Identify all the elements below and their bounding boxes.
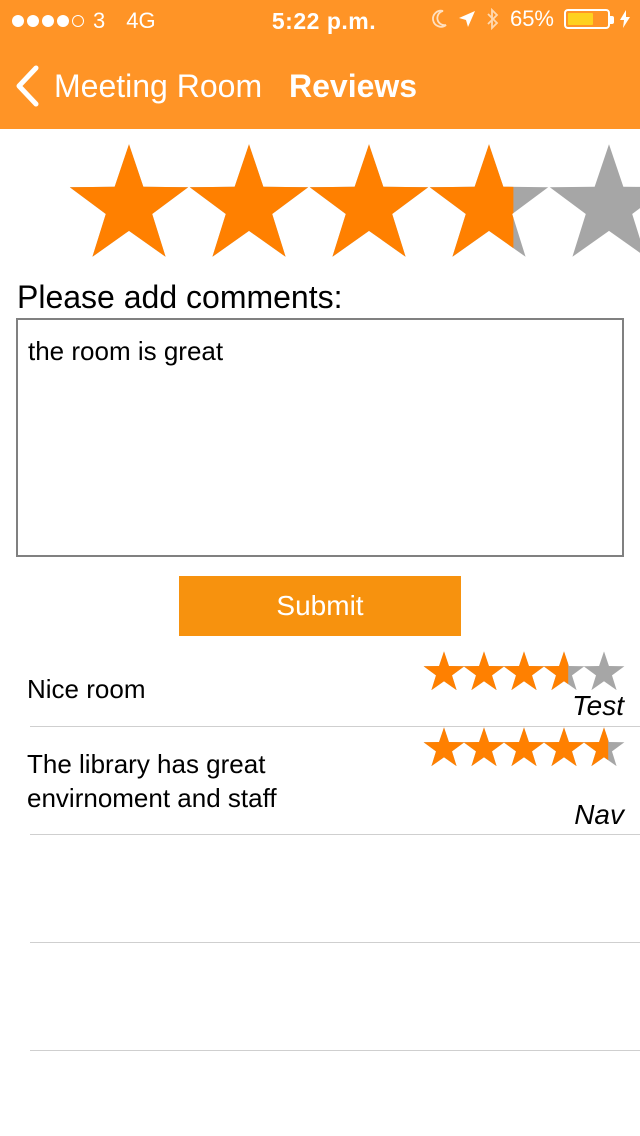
review-star-filled-icon (503, 727, 545, 767)
location-arrow-icon (458, 11, 475, 27)
review-rating (423, 727, 627, 771)
navigation-bar: Meeting Room Reviews (0, 58, 640, 114)
review-text: The library has great envirnoment and st… (27, 749, 277, 813)
comments-label: Please add comments: (17, 279, 343, 315)
review-row[interactable]: The library has great envirnoment and st… (0, 727, 640, 834)
review-star-filled-icon (463, 651, 505, 691)
rating-star-empty-icon (549, 144, 640, 257)
review-star-partial-icon (543, 651, 585, 691)
review-star-filled-icon (423, 651, 465, 691)
bluetooth-icon (487, 8, 499, 30)
rating-star-partial-icon (429, 144, 549, 257)
back-button[interactable]: Meeting Room (14, 58, 262, 114)
review-star-partial-icon (583, 727, 625, 767)
charging-bolt-icon (620, 10, 630, 28)
submit-button[interactable]: Submit (179, 576, 461, 636)
empty-row (0, 835, 640, 942)
battery-cap (610, 16, 614, 24)
rating-star-filled-icon (189, 144, 309, 257)
review-star-empty-icon (583, 651, 625, 691)
header: 3 4G 5:22 p.m. 65% Meeting Room Reviews (0, 0, 640, 129)
review-star-filled-icon (503, 651, 545, 691)
review-author: Test (572, 690, 624, 721)
rating-input[interactable] (68, 143, 640, 265)
review-star-filled-icon (423, 727, 465, 767)
back-label: Meeting Room (54, 67, 263, 104)
moon-icon (432, 9, 447, 28)
chevron-left-icon (16, 65, 39, 107)
status-icons: 65% (432, 6, 630, 32)
empty-row (0, 943, 640, 1050)
battery-icon (564, 9, 614, 29)
battery-level (568, 13, 593, 25)
review-author: Nav (574, 799, 624, 830)
review-star-filled-icon (543, 727, 585, 767)
row-separator (30, 1050, 640, 1051)
review-star-filled-icon (463, 727, 505, 767)
review-row[interactable]: Nice room Test (0, 648, 640, 726)
rating-star-filled-icon (309, 144, 429, 257)
rating-star-filled-icon (69, 144, 189, 257)
battery-percent: 65% (509, 6, 554, 31)
status-bar: 3 4G 5:22 p.m. 65% (0, 0, 640, 40)
review-rating (423, 651, 627, 695)
comments-field[interactable]: the room is great (16, 318, 624, 557)
page-title: Reviews (289, 68, 418, 104)
review-text: Nice room (27, 674, 146, 704)
